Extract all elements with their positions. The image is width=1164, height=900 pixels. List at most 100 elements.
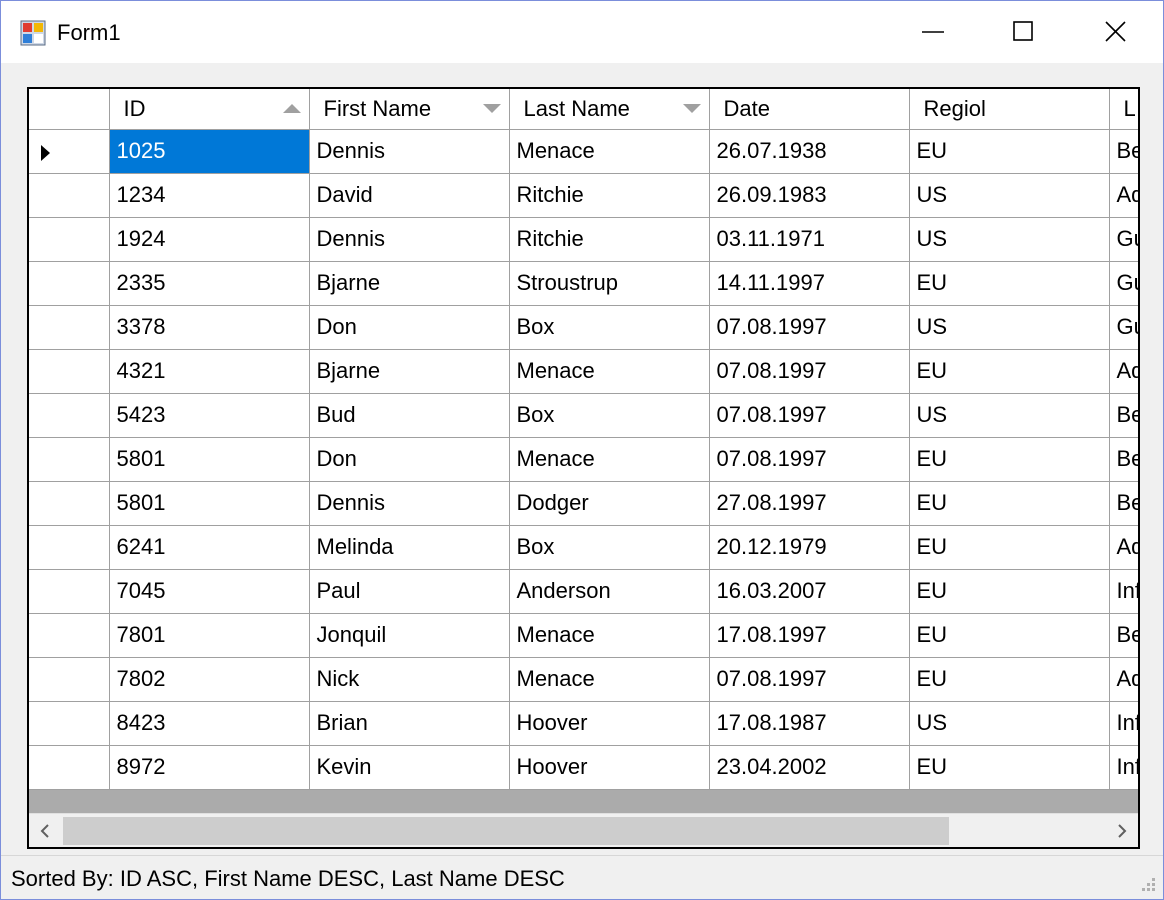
size-grip-icon[interactable] bbox=[1137, 873, 1157, 893]
cell-id[interactable]: 7045 bbox=[109, 569, 310, 614]
cell-last-name[interactable]: Box bbox=[509, 305, 710, 350]
cell-date[interactable]: 17.08.1987 bbox=[709, 701, 910, 746]
cell-region[interactable]: US bbox=[909, 393, 1110, 438]
cell-date[interactable]: 17.08.1997 bbox=[709, 613, 910, 658]
cell-region[interactable]: EU bbox=[909, 525, 1110, 570]
cell-truncated[interactable]: Ad bbox=[1109, 525, 1138, 570]
cell-region[interactable]: EU bbox=[909, 437, 1110, 482]
row-header-cell[interactable] bbox=[29, 745, 110, 790]
cell-first-name[interactable]: David bbox=[309, 173, 510, 218]
cell-date[interactable]: 07.08.1997 bbox=[709, 349, 910, 394]
table-row[interactable]: 1025DennisMenace26.07.1938EUBe bbox=[29, 129, 1138, 174]
cell-first-name[interactable]: Nick bbox=[309, 657, 510, 702]
cell-first-name[interactable]: Jonquil bbox=[309, 613, 510, 658]
row-header-cell[interactable] bbox=[29, 393, 110, 438]
cell-date[interactable]: 26.07.1938 bbox=[709, 129, 910, 174]
cell-truncated[interactable]: Inf bbox=[1109, 701, 1138, 746]
cell-date[interactable]: 16.03.2007 bbox=[709, 569, 910, 614]
table-row[interactable]: 6241MelindaBox20.12.1979EUAd bbox=[29, 525, 1138, 570]
row-header-cell[interactable] bbox=[29, 569, 110, 614]
row-header-cell[interactable] bbox=[29, 437, 110, 482]
chevron-left-icon[interactable] bbox=[29, 814, 63, 848]
cell-id[interactable]: 8423 bbox=[109, 701, 310, 746]
cell-truncated[interactable]: Be bbox=[1109, 437, 1138, 482]
cell-date[interactable]: 23.04.2002 bbox=[709, 745, 910, 790]
cell-id[interactable]: 4321 bbox=[109, 349, 310, 394]
cell-date[interactable]: 03.11.1971 bbox=[709, 217, 910, 262]
cell-last-name[interactable]: Ritchie bbox=[509, 173, 710, 218]
table-row[interactable]: 7045PaulAnderson16.03.2007EUInf bbox=[29, 569, 1138, 614]
cell-region[interactable]: EU bbox=[909, 613, 1110, 658]
row-header-cell[interactable] bbox=[29, 525, 110, 570]
cell-region[interactable]: US bbox=[909, 305, 1110, 350]
cell-region[interactable]: EU bbox=[909, 349, 1110, 394]
cell-id[interactable]: 7801 bbox=[109, 613, 310, 658]
column-header-first-name[interactable]: First Name bbox=[309, 89, 510, 130]
title-bar[interactable]: Form1 bbox=[1, 1, 1163, 63]
cell-region[interactable]: EU bbox=[909, 481, 1110, 526]
table-row[interactable]: 5801DonMenace07.08.1997EUBe bbox=[29, 437, 1138, 482]
cell-first-name[interactable]: Don bbox=[309, 437, 510, 482]
cell-last-name[interactable]: Dodger bbox=[509, 481, 710, 526]
cell-truncated[interactable]: Ad bbox=[1109, 173, 1138, 218]
cell-region[interactable]: EU bbox=[909, 569, 1110, 614]
cell-last-name[interactable]: Hoover bbox=[509, 701, 710, 746]
cell-first-name[interactable]: Kevin bbox=[309, 745, 510, 790]
column-header-regiol[interactable]: Regiol bbox=[909, 89, 1110, 130]
column-header-truncated[interactable]: L bbox=[1109, 89, 1138, 130]
cell-region[interactable]: US bbox=[909, 701, 1110, 746]
cell-last-name[interactable]: Ritchie bbox=[509, 217, 710, 262]
column-header-last-name[interactable]: Last Name bbox=[509, 89, 710, 130]
cell-first-name[interactable]: Dennis bbox=[309, 129, 510, 174]
cell-first-name[interactable]: Dennis bbox=[309, 217, 510, 262]
cell-region[interactable]: EU bbox=[909, 261, 1110, 306]
cell-date[interactable]: 26.09.1983 bbox=[709, 173, 910, 218]
cell-date[interactable]: 07.08.1997 bbox=[709, 657, 910, 702]
column-header-id[interactable]: ID bbox=[109, 89, 310, 130]
cell-id[interactable]: 1924 bbox=[109, 217, 310, 262]
cell-date[interactable]: 07.08.1997 bbox=[709, 437, 910, 482]
horizontal-scrollbar[interactable] bbox=[29, 813, 1138, 847]
table-row[interactable]: 1234DavidRitchie26.09.1983USAd bbox=[29, 173, 1138, 218]
row-header-cell[interactable] bbox=[29, 701, 110, 746]
table-row[interactable]: 1924DennisRitchie03.11.1971USGu bbox=[29, 217, 1138, 262]
cell-region[interactable]: EU bbox=[909, 129, 1110, 174]
cell-last-name[interactable]: Box bbox=[509, 525, 710, 570]
cell-truncated[interactable]: Inf bbox=[1109, 745, 1138, 790]
cell-region[interactable]: US bbox=[909, 217, 1110, 262]
row-header-cell[interactable] bbox=[29, 217, 110, 262]
data-grid-view[interactable]: ID First Name Last Name Date Regiol L 10… bbox=[27, 87, 1140, 849]
cell-truncated[interactable]: Ad bbox=[1109, 657, 1138, 702]
cell-id[interactable]: 1234 bbox=[109, 173, 310, 218]
cell-date[interactable]: 20.12.1979 bbox=[709, 525, 910, 570]
chevron-right-icon[interactable] bbox=[1104, 814, 1138, 848]
cell-last-name[interactable]: Stroustrup bbox=[509, 261, 710, 306]
cell-region[interactable]: US bbox=[909, 173, 1110, 218]
cell-id[interactable]: 6241 bbox=[109, 525, 310, 570]
cell-last-name[interactable]: Menace bbox=[509, 657, 710, 702]
cell-date[interactable]: 14.11.1997 bbox=[709, 261, 910, 306]
table-row[interactable]: 7802NickMenace07.08.1997EUAd bbox=[29, 657, 1138, 702]
cell-truncated[interactable]: Be bbox=[1109, 129, 1138, 174]
table-row[interactable]: 7801JonquilMenace17.08.1997EUBe bbox=[29, 613, 1138, 658]
cell-last-name[interactable]: Menace bbox=[509, 129, 710, 174]
cell-date[interactable]: 07.08.1997 bbox=[709, 305, 910, 350]
table-row[interactable]: 2335BjarneStroustrup14.11.1997EUGu bbox=[29, 261, 1138, 306]
cell-last-name[interactable]: Hoover bbox=[509, 745, 710, 790]
cell-first-name[interactable]: Don bbox=[309, 305, 510, 350]
row-header-cell[interactable] bbox=[29, 657, 110, 702]
scrollbar-thumb[interactable] bbox=[63, 817, 949, 845]
cell-date[interactable]: 07.08.1997 bbox=[709, 393, 910, 438]
minimize-button[interactable] bbox=[887, 1, 979, 63]
cell-last-name[interactable]: Menace bbox=[509, 349, 710, 394]
row-header-cell[interactable] bbox=[29, 349, 110, 394]
cell-region[interactable]: EU bbox=[909, 745, 1110, 790]
maximize-button[interactable] bbox=[979, 1, 1071, 63]
cell-truncated[interactable]: Inf bbox=[1109, 569, 1138, 614]
cell-id[interactable]: 3378 bbox=[109, 305, 310, 350]
cell-id[interactable]: 8972 bbox=[109, 745, 310, 790]
cell-truncated[interactable]: Be bbox=[1109, 393, 1138, 438]
cell-last-name[interactable]: Anderson bbox=[509, 569, 710, 614]
cell-first-name[interactable]: Bjarne bbox=[309, 261, 510, 306]
cell-truncated[interactable]: Ad bbox=[1109, 349, 1138, 394]
